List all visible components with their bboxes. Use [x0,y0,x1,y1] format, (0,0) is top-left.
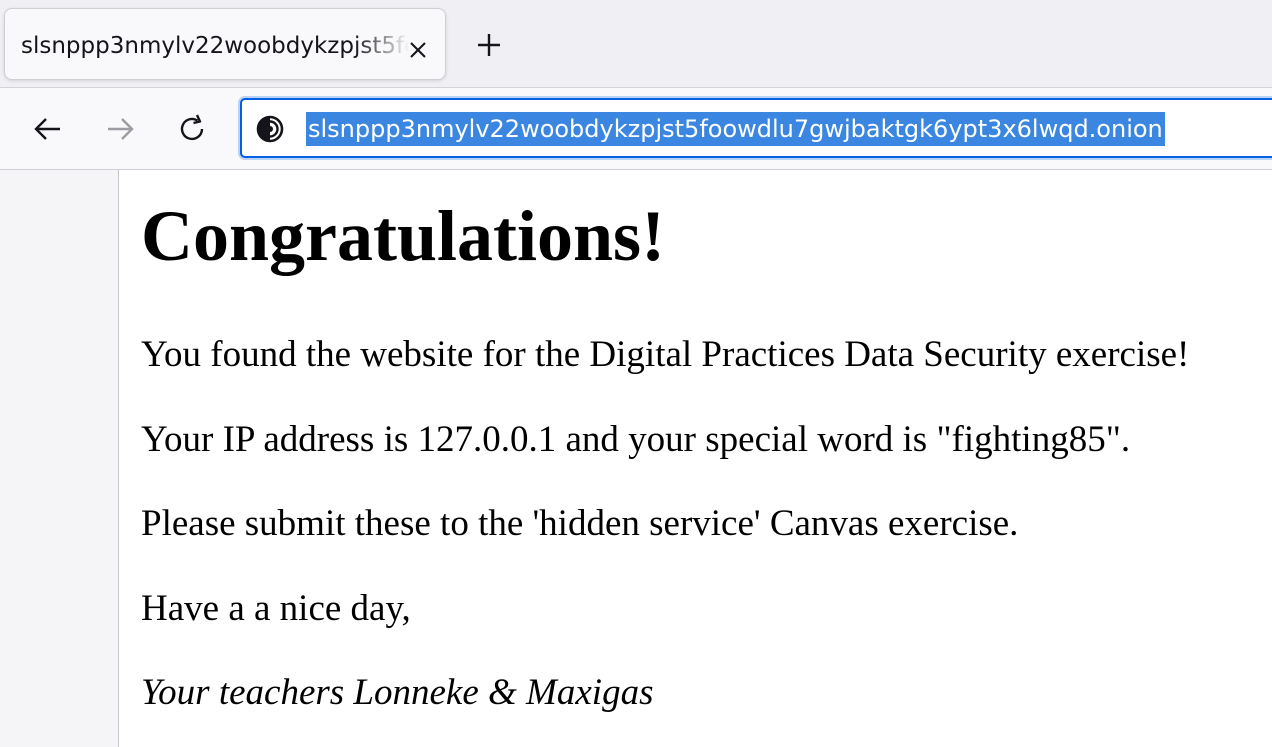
url-bar[interactable]: slsnppp3nmylv22woobdykzpjst5foowdlu7gwjb… [240,98,1272,158]
tab-strip: slsnppp3nmylv22woobdykzpjst5foowdlu7gwjb… [0,0,1272,88]
reload-icon[interactable] [173,110,211,148]
url-text[interactable]: slsnppp3nmylv22woobdykzpjst5foowdlu7gwjb… [306,112,1165,146]
navigation-toolbar: slsnppp3nmylv22woobdykzpjst5foowdlu7gwjb… [0,88,1272,170]
paragraph-greeting: Have a a nice day, [141,588,411,629]
plus-icon[interactable] [474,30,504,60]
page-content: Congratulations! You found the website f… [119,170,1272,747]
arrow-right-icon[interactable] [101,110,139,148]
paragraph-ip-address: Your IP address is 127.0.0.1 and your sp… [141,419,1131,460]
close-icon[interactable] [407,39,429,61]
arrow-left-icon[interactable] [29,110,67,148]
sidebar [0,170,119,747]
tab-onion-site[interactable]: slsnppp3nmylv22woobdykzpjst5foowdlu7gwjb… [4,8,446,80]
paragraph-submit: Please submit these to the 'hidden servi… [141,503,1019,544]
page-heading: Congratulations! [141,196,666,276]
tab-title: slsnppp3nmylv22woobdykzpjst5foowdlu7gwjb… [21,33,409,59]
signature: Your teachers Lonneke & Maxigas [141,672,654,713]
paragraph-found-website: You found the website for the Digital Pr… [141,334,1190,375]
onion-icon[interactable] [256,115,284,143]
